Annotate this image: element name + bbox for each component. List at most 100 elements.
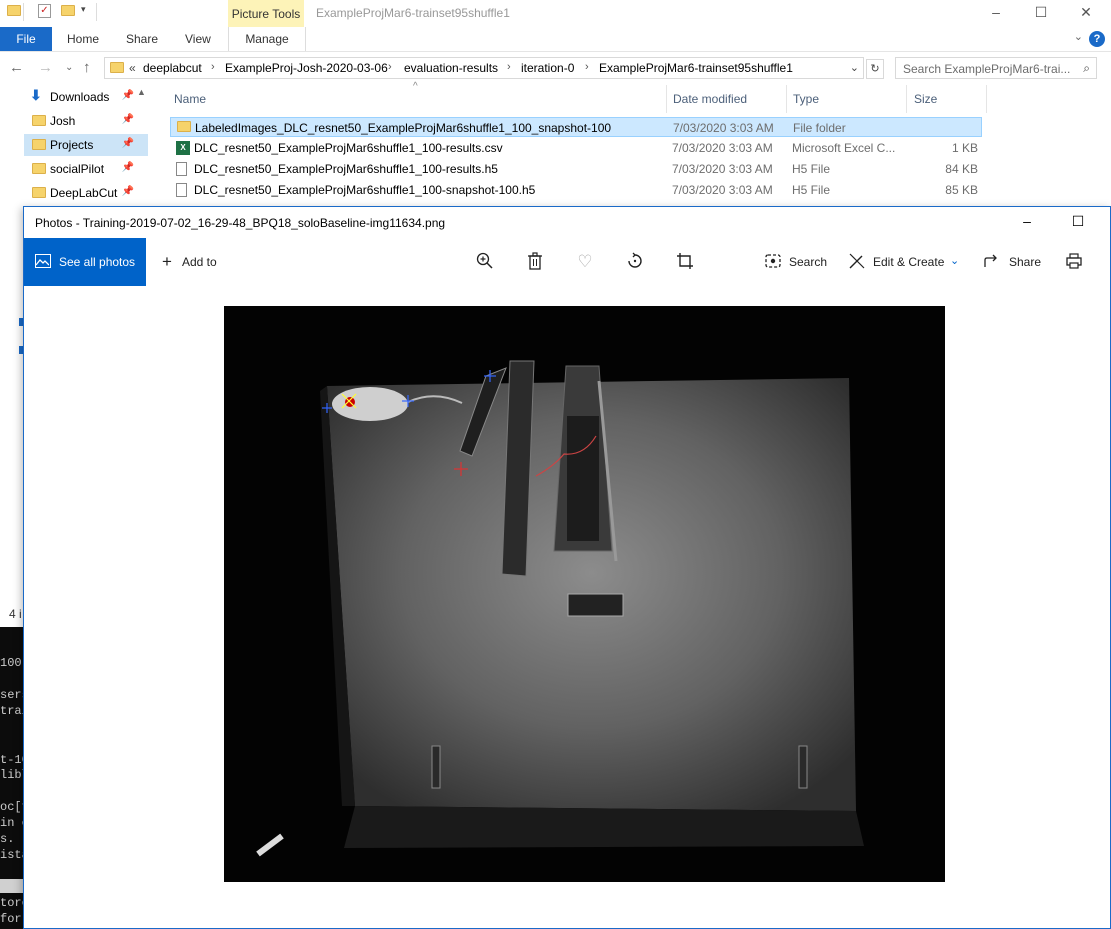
folder-icon [177,121,191,132]
breadcrumb-chevron-icon[interactable]: › [388,61,392,73]
back-arrow-icon[interactable]: ← [9,59,24,76]
explorer-title-bar: ✓ ▾ Picture Tools ExampleProjMar6-trains… [0,0,1111,28]
tab-share[interactable]: Share [126,27,158,51]
column-divider[interactable] [786,85,787,113]
console-line: sers [0,688,24,702]
console-line: in c [0,816,24,830]
up-arrow-icon[interactable]: ↑ [83,59,91,76]
delete-trash-icon[interactable] [524,252,546,275]
tab-manage[interactable]: Manage [228,27,306,51]
file-type: File folder [793,121,846,135]
nav-item-deeplabcut[interactable]: DeepLabCut 📌 [24,182,148,204]
folder-icon [110,62,124,73]
column-divider[interactable] [666,85,667,113]
expand-ribbon-chevron-icon[interactable]: ⌄ [1074,30,1083,43]
address-dropdown-icon[interactable]: ⌄ [850,61,859,74]
help-icon[interactable]: ? [1089,31,1105,47]
file-list: ^ Name Date modified Type Size LabeledIm… [160,81,1111,205]
navigation-pane: ⬇ Downloads 📌 Josh 📌 Projects 📌 socialPi… [0,85,152,205]
console-line: tore [0,896,24,910]
close-button[interactable]: ✕ [1071,3,1101,23]
print-icon[interactable] [1063,252,1085,275]
search-icon[interactable] [762,252,784,275]
nav-item-downloads[interactable]: ⬇ Downloads 📌 [24,86,148,108]
search-label[interactable]: Search [789,255,827,269]
address-row: ← → ⌄ ↑ « deeplabcut › ExampleProj-Josh-… [0,55,1111,83]
chevron-down-icon[interactable]: ⌄ [950,254,959,267]
breadcrumb-iteration[interactable]: iteration-0 [521,61,574,75]
file-date: 7/03/2020 3:03 AM [672,162,773,176]
nav-item-socialpilot[interactable]: socialPilot 📌 [24,158,148,180]
ribbon-tabs: File Home Share View Manage ⌄ ? [0,27,1111,52]
column-header-size[interactable]: Size [914,92,937,106]
column-header-name[interactable]: Name [174,92,206,106]
share-icon[interactable] [981,252,1003,275]
console-line: trai [0,704,24,718]
file-row[interactable]: X DLC_resnet50_ExampleProjMar6shuffle1_1… [170,138,982,158]
nav-item-label: DeepLabCut [50,186,118,200]
breadcrumb-overflow[interactable]: « [129,61,136,75]
download-arrow-icon: ⬇ [30,87,42,103]
minimize-button[interactable]: – [1013,213,1041,233]
file-type: H5 File [792,162,831,176]
scroll-up-arrow-icon[interactable]: ▲ [137,87,146,97]
animal [332,387,408,421]
ramp-slot [567,416,599,541]
nav-item-label: socialPilot [50,162,105,176]
column-divider[interactable] [906,85,907,113]
breadcrumb-chevron-icon[interactable]: › [585,61,589,73]
minimize-button[interactable]: – [981,3,1011,23]
console-line: for [0,912,22,926]
file-name: DLC_resnet50_ExampleProjMar6shuffle1_100… [194,141,503,155]
edit-and-create-label[interactable]: Edit & Create [873,255,944,269]
nav-item-josh[interactable]: Josh 📌 [24,110,148,132]
rotate-icon[interactable] [624,252,646,275]
crop-icon[interactable] [674,252,696,275]
tab-view[interactable]: View [185,27,211,51]
edit-wand-icon[interactable] [846,252,868,275]
refresh-icon[interactable]: ↻ [866,59,884,79]
folder-icon[interactable] [7,5,21,16]
add-icon[interactable]: + [156,252,178,272]
divider [23,3,24,21]
photo-canvas[interactable] [224,306,945,882]
breadcrumb-evaluation-results[interactable]: evaluation-results [404,61,498,75]
tab-file[interactable]: File [0,27,52,51]
favorite-heart-icon[interactable]: ♡ [574,252,596,272]
recent-locations-chevron-icon[interactable]: ⌄ [65,62,73,73]
new-folder-icon[interactable] [61,5,75,16]
maximize-button[interactable]: ☐ [1026,3,1056,23]
column-header-type[interactable]: Type [793,92,819,106]
column-divider[interactable] [986,85,987,113]
nav-item-projects[interactable]: Projects 📌 [24,134,148,156]
file-row[interactable]: DLC_resnet50_ExampleProjMar6shuffle1_100… [170,180,982,200]
breadcrumb-chevron-icon[interactable]: › [507,61,511,73]
tab-home[interactable]: Home [67,27,99,51]
console-scrollbar[interactable] [0,879,24,893]
breadcrumb-current-folder[interactable]: ExampleProjMar6-trainset95shuffle1 [599,61,793,75]
corner-bracket [798,745,808,789]
zoom-in-icon[interactable] [474,252,496,275]
console-line: lib\s [0,768,24,782]
see-all-photos-button[interactable]: See all photos [24,238,146,286]
window-title: Photos - Training-2019-07-02_16-29-48_BP… [35,216,446,230]
file-date: 7/03/2020 3:03 AM [672,183,773,197]
maximize-button[interactable]: ☐ [1064,213,1092,233]
forward-arrow-icon[interactable]: → [38,59,53,76]
file-name: DLC_resnet50_ExampleProjMar6shuffle1_100… [194,162,498,176]
add-to-label[interactable]: Add to [182,255,217,269]
column-header-date-modified[interactable]: Date modified [673,92,747,106]
breadcrumb-project[interactable]: ExampleProj-Josh-2020-03-06 [225,61,388,75]
file-row[interactable]: DLC_resnet50_ExampleProjMar6shuffle1_100… [170,159,982,179]
console-line: 100 [0,656,22,670]
file-row[interactable]: LabeledImages_DLC_resnet50_ExampleProjMa… [170,117,982,137]
search-input[interactable]: Search ExampleProjMar6-trai... ⌕ [895,57,1097,79]
see-all-photos-label: See all photos [59,255,136,269]
quick-access-dropdown-icon[interactable]: ▾ [81,4,86,15]
properties-icon[interactable]: ✓ [38,4,51,18]
folder-icon [32,139,46,150]
breadcrumb-chevron-icon[interactable]: › [211,61,215,73]
address-bar[interactable]: « deeplabcut › ExampleProj-Josh-2020-03-… [104,57,864,79]
breadcrumb-deeplabcut[interactable]: deeplabcut [143,61,202,75]
share-label[interactable]: Share [1009,255,1041,269]
